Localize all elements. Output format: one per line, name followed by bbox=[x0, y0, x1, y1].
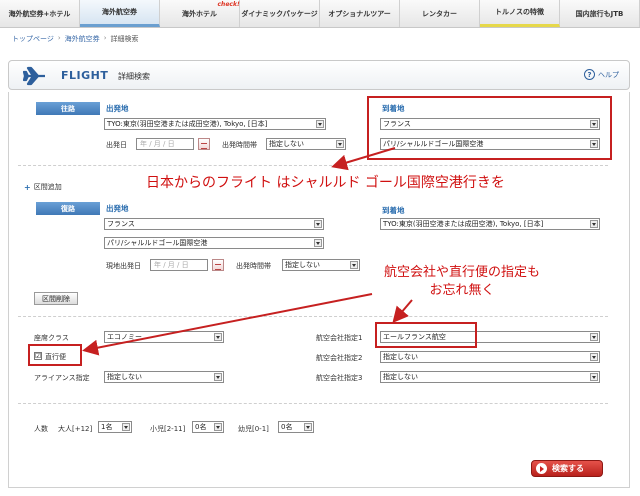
annotation-note-2-line2: お忘れ無く bbox=[429, 283, 495, 298]
annotation-arrow-2 bbox=[82, 293, 373, 356]
annotation-note-1: 日本からのフライト はシャルルド ゴール国際空港行きを bbox=[146, 175, 505, 191]
annotation-note-2: 航空会社や直行便の指定も お忘れ無く bbox=[352, 264, 572, 300]
annotation-arrows bbox=[82, 147, 413, 356]
annotation-note-2-line1: 航空会社や直行便の指定も bbox=[383, 265, 540, 280]
annotation-arrow-3 bbox=[392, 299, 413, 324]
annotation-arrow-1 bbox=[331, 147, 396, 171]
